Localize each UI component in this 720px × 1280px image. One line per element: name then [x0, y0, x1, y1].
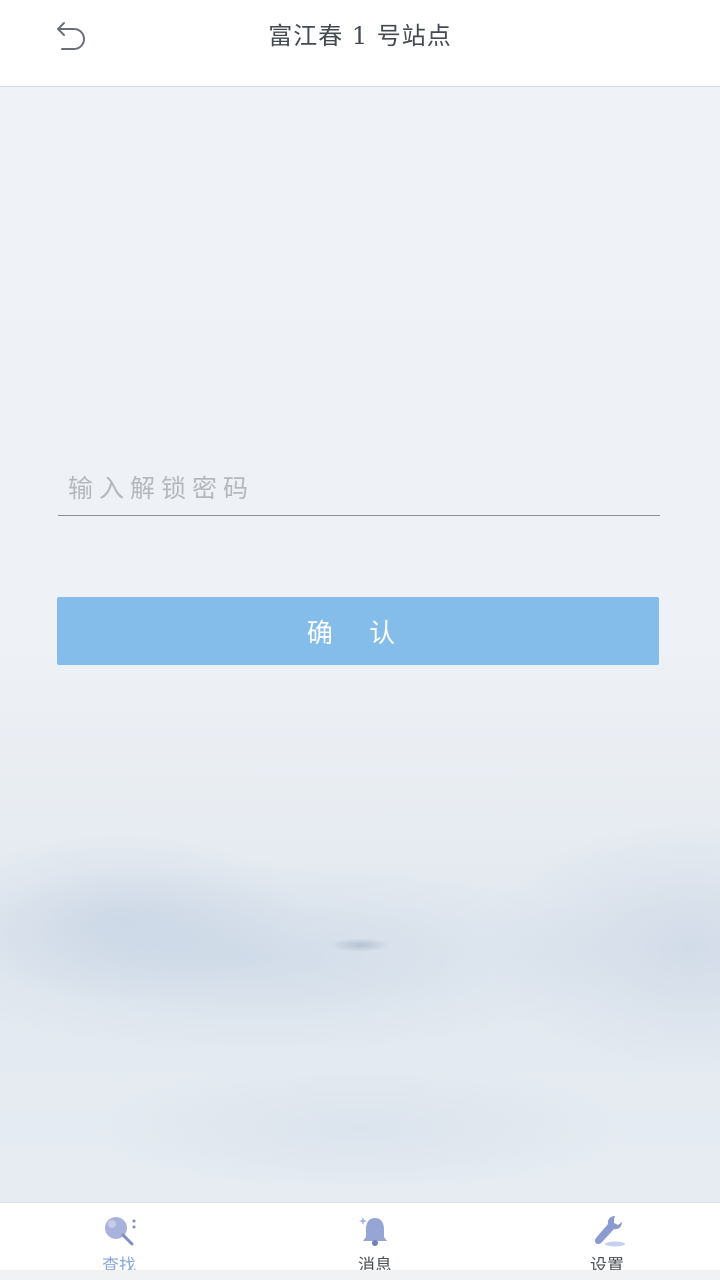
tab-settings[interactable]: 设置	[537, 1203, 677, 1280]
top-bar: 富江春 1 号站点	[0, 0, 720, 87]
boat-silhouette	[330, 938, 390, 952]
page-title: 富江春 1 号站点	[268, 22, 452, 50]
bottom-tab-bar: 查找 消息 设置	[0, 1202, 720, 1280]
bell-icon	[359, 1217, 387, 1246]
confirm-button[interactable]: 确 认	[57, 597, 659, 665]
password-input[interactable]	[58, 462, 660, 516]
search-icon	[105, 1217, 136, 1246]
tab-search[interactable]: 查找	[49, 1203, 189, 1280]
tab-messages[interactable]: 消息	[305, 1203, 445, 1280]
bottom-edge	[0, 1270, 720, 1280]
wrench-icon	[594, 1216, 625, 1247]
